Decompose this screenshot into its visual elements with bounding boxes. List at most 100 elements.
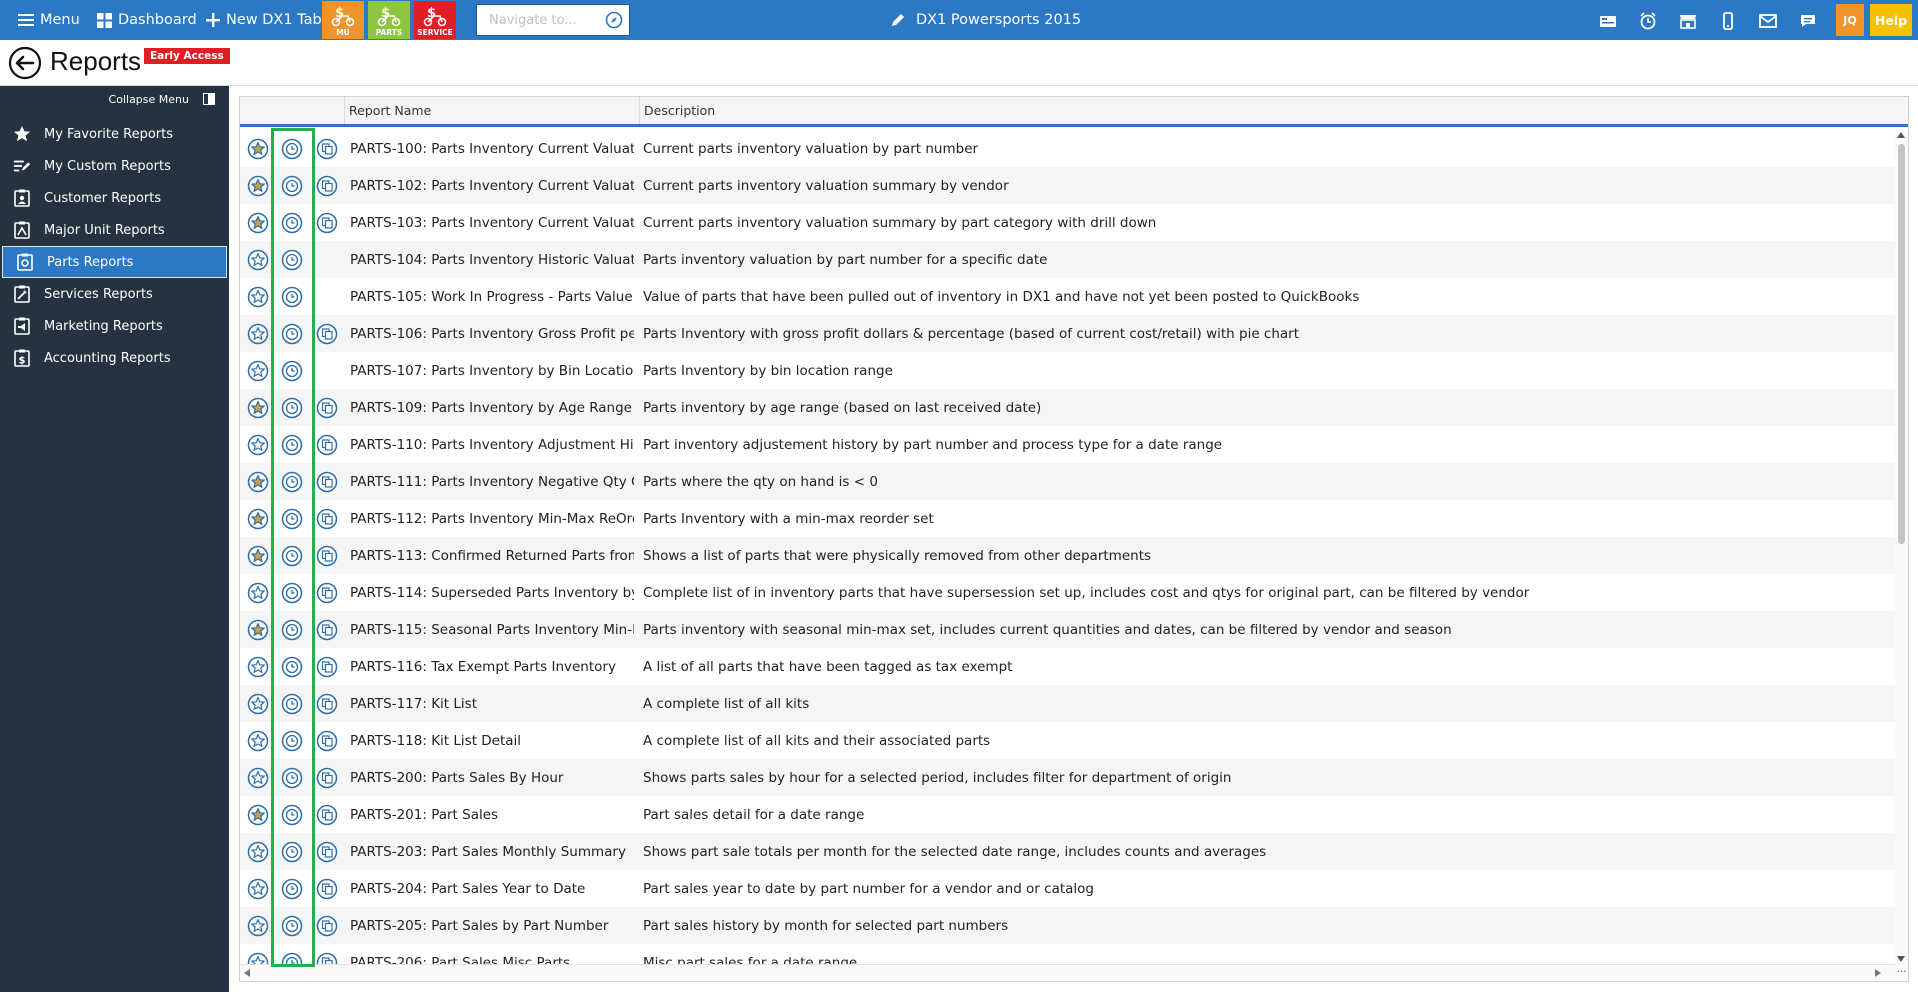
table-row[interactable]: PARTS-205: Part Sales by Part Number Part… [240, 907, 1895, 944]
table-row[interactable]: PARTS-117: Kit List A complete list of al… [240, 685, 1895, 722]
table-row[interactable]: PARTS-204: Part Sales Year to Date Part s… [240, 870, 1895, 907]
favorite-star-icon[interactable] [247, 545, 269, 567]
module-service-button[interactable]: $ SERVICE [414, 1, 456, 39]
favorite-star-icon[interactable] [247, 952, 269, 964]
column-header-description[interactable]: Description [640, 97, 1908, 124]
cash-register-icon[interactable] [1598, 11, 1618, 31]
favorite-star-icon[interactable] [247, 508, 269, 530]
report-name-cell[interactable]: PARTS-107: Parts Inventory by Bin Locati… [350, 352, 634, 389]
report-name-cell[interactable]: PARTS-104: Parts Inventory Historic Valu… [350, 241, 634, 278]
mail-icon[interactable] [1758, 11, 1778, 31]
scroll-left-arrow-icon[interactable] [244, 969, 250, 977]
table-row[interactable]: PARTS-110: Parts Inventory Adjustment Hi… [240, 426, 1895, 463]
report-name-cell[interactable]: PARTS-201: Part Sales [350, 796, 634, 833]
report-name-cell[interactable]: PARTS-100: Parts Inventory Current Valua… [350, 130, 634, 167]
table-row[interactable]: PARTS-201: Part Sales Part sales detail f… [240, 796, 1895, 833]
favorite-star-icon[interactable] [247, 212, 269, 234]
dashboard-button[interactable]: Dashboard [97, 0, 197, 40]
report-name-cell[interactable]: PARTS-111: Parts Inventory Negative Qty … [350, 463, 634, 500]
menu-button[interactable]: Menu [18, 0, 80, 40]
schedule-clock-icon[interactable] [281, 397, 303, 419]
scroll-down-arrow-icon[interactable] [1897, 956, 1905, 962]
favorite-star-icon[interactable] [247, 360, 269, 382]
table-row[interactable]: PARTS-114: Superseded Parts Inventory by… [240, 574, 1895, 611]
schedule-clock-icon[interactable] [281, 545, 303, 567]
report-name-cell[interactable]: PARTS-117: Kit List [350, 685, 634, 722]
sidebar-item-custom-reports[interactable]: My Custom Reports [0, 150, 229, 182]
report-name-cell[interactable]: PARTS-103: Parts Inventory Current Valua… [350, 204, 634, 241]
table-row[interactable]: PARTS-118: Kit List Detail A complete lis… [240, 722, 1895, 759]
favorite-star-icon[interactable] [247, 471, 269, 493]
schedule-clock-icon[interactable] [281, 952, 303, 964]
favorite-star-icon[interactable] [247, 804, 269, 826]
copy-report-icon[interactable] [316, 212, 338, 234]
module-parts-button[interactable]: $ PARTS [368, 1, 410, 39]
table-row[interactable]: PARTS-113: Confirmed Returned Parts from… [240, 537, 1895, 574]
copy-report-icon[interactable] [316, 471, 338, 493]
table-row[interactable]: PARTS-102: Parts Inventory Current Valua… [240, 167, 1895, 204]
copy-report-icon[interactable] [316, 952, 338, 964]
favorite-star-icon[interactable] [247, 434, 269, 456]
report-name-cell[interactable]: PARTS-109: Parts Inventory by Age Range [350, 389, 634, 426]
report-name-cell[interactable]: PARTS-204: Part Sales Year to Date [350, 870, 634, 907]
report-name-cell[interactable]: PARTS-105: Work In Progress - Parts Valu… [350, 278, 634, 315]
table-row[interactable]: PARTS-103: Parts Inventory Current Valua… [240, 204, 1895, 241]
copy-report-icon[interactable] [316, 841, 338, 863]
schedule-clock-icon[interactable] [281, 804, 303, 826]
sidebar-item-accounting-reports[interactable]: $ Accounting Reports [0, 342, 229, 374]
table-row[interactable]: PARTS-206: Part Sales Misc Parts Misc par… [240, 944, 1895, 964]
scrollbar-thumb[interactable] [1898, 144, 1905, 544]
table-row[interactable]: PARTS-112: Parts Inventory Min-Max ReOrd… [240, 500, 1895, 537]
report-name-cell[interactable]: PARTS-113: Confirmed Returned Parts from… [350, 537, 634, 574]
favorite-star-icon[interactable] [247, 249, 269, 271]
copy-report-icon[interactable] [316, 323, 338, 345]
copy-report-icon[interactable] [316, 545, 338, 567]
module-mu-button[interactable]: $ MU [322, 1, 364, 39]
copy-report-icon[interactable] [316, 397, 338, 419]
schedule-clock-icon[interactable] [281, 249, 303, 271]
copy-report-icon[interactable] [316, 656, 338, 678]
favorite-star-icon[interactable] [247, 138, 269, 160]
copy-report-icon[interactable] [316, 138, 338, 160]
copy-report-icon[interactable] [316, 175, 338, 197]
report-name-cell[interactable]: PARTS-106: Parts Inventory Gross Profit … [350, 315, 634, 352]
favorite-star-icon[interactable] [247, 397, 269, 419]
schedule-clock-icon[interactable] [281, 693, 303, 715]
favorite-star-icon[interactable] [247, 767, 269, 789]
schedule-clock-icon[interactable] [281, 730, 303, 752]
report-name-cell[interactable]: PARTS-116: Tax Exempt Parts Inventory [350, 648, 634, 685]
schedule-clock-icon[interactable] [281, 841, 303, 863]
collapse-menu-button[interactable]: Collapse Menu [0, 92, 229, 108]
ellipsis-icon[interactable]: … [1895, 964, 1908, 981]
report-name-cell[interactable]: PARTS-102: Parts Inventory Current Valua… [350, 167, 634, 204]
report-name-cell[interactable]: PARTS-200: Parts Sales By Hour [350, 759, 634, 796]
sidebar-item-major-unit-reports[interactable]: Major Unit Reports [0, 214, 229, 246]
help-button[interactable]: Help [1870, 4, 1912, 36]
favorite-star-icon[interactable] [247, 286, 269, 308]
table-row[interactable]: PARTS-203: Part Sales Monthly Summary Sho… [240, 833, 1895, 870]
report-name-cell[interactable]: PARTS-114: Superseded Parts Inventory by… [350, 574, 634, 611]
schedule-clock-icon[interactable] [281, 915, 303, 937]
scroll-up-arrow-icon[interactable] [1897, 132, 1905, 138]
table-row[interactable]: PARTS-104: Parts Inventory Historic Valu… [240, 241, 1895, 278]
favorite-star-icon[interactable] [247, 878, 269, 900]
copy-report-icon[interactable] [316, 804, 338, 826]
app-title[interactable]: DX1 Powersports 2015 [890, 0, 1081, 40]
report-name-cell[interactable]: PARTS-112: Parts Inventory Min-Max ReOrd… [350, 500, 634, 537]
table-row[interactable]: PARTS-109: Parts Inventory by Age Range P… [240, 389, 1895, 426]
sidebar-item-marketing-reports[interactable]: Marketing Reports [0, 310, 229, 342]
sidebar-item-services-reports[interactable]: Services Reports [0, 278, 229, 310]
copy-report-icon[interactable] [316, 915, 338, 937]
copy-report-icon[interactable] [316, 767, 338, 789]
sidebar-item-customer-reports[interactable]: Customer Reports [0, 182, 229, 214]
schedule-clock-icon[interactable] [281, 360, 303, 382]
schedule-clock-icon[interactable] [281, 138, 303, 160]
schedule-clock-icon[interactable] [281, 471, 303, 493]
schedule-clock-icon[interactable] [281, 323, 303, 345]
table-row[interactable]: PARTS-107: Parts Inventory by Bin Locati… [240, 352, 1895, 389]
table-row[interactable]: PARTS-115: Seasonal Parts Inventory Min-… [240, 611, 1895, 648]
navigate-input[interactable] [477, 5, 599, 35]
schedule-clock-icon[interactable] [281, 582, 303, 604]
report-name-cell[interactable]: PARTS-205: Part Sales by Part Number [350, 907, 634, 944]
horizontal-scrollbar[interactable] [240, 964, 1895, 981]
